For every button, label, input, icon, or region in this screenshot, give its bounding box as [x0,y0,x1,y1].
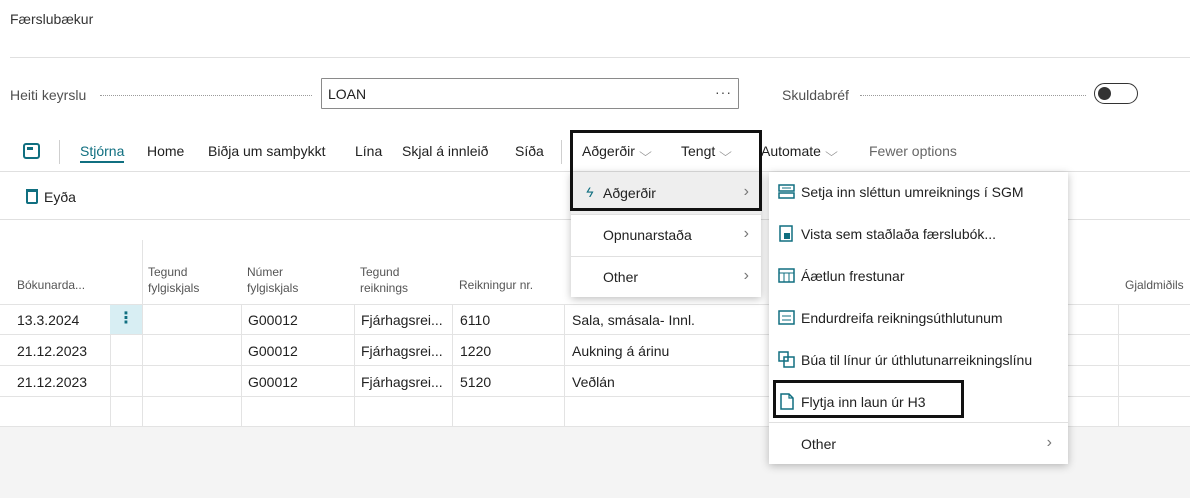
chevron-right-icon: › [743,267,749,284]
redistribute-icon [778,310,795,325]
trash-icon [26,189,38,204]
col-header-account-no[interactable]: Reikningur nr. [459,277,533,293]
chevron-right-icon: › [743,183,749,200]
tab-page[interactable]: Síða [515,143,544,159]
menu-item-other[interactable]: Other › [571,256,761,298]
menu-item-actions[interactable]: ϟ Aðgerðir › [571,172,761,214]
action-bar: Stjórna Home Biðja um samþykkt Lína Skja… [0,130,1190,172]
cell-account-no[interactable]: 5120 [460,374,491,390]
title-divider [10,57,1190,58]
menu-item-label: Other [801,436,837,452]
actions-menu: ϟ Aðgerðir › Opnunarstaða › Other › [571,172,761,297]
menu-item-label: Aðgerðir [603,185,656,201]
col-header-text: fylgiskjals [247,281,299,295]
tab-manage[interactable]: Stjórna [80,143,125,163]
promissory-toggle[interactable] [1094,83,1138,104]
tab-related-label: Tengt [681,143,716,159]
import-document-icon [780,393,794,410]
chevron-down-icon: ⌵ [639,145,652,159]
col-header-doc-no[interactable]: Númer fylgiskjals [247,264,298,296]
promissory-leader [860,95,1086,96]
menu-item-redistribute-allocations[interactable]: Endurdreifa reikningsúthlutunum [769,298,1068,338]
chevron-down-icon: ⌵ [825,145,838,159]
cell-account-type[interactable]: Fjárhagsrei... [361,312,443,328]
batch-name-input[interactable]: LOAN [321,78,739,109]
cell-description[interactable]: Aukning á árinu [572,343,669,359]
cell-doc-no[interactable]: G00012 [248,343,298,359]
menu-divider [769,422,1068,423]
create-lines-icon [778,351,795,368]
col-header-text: Númer [247,265,284,279]
tab-line[interactable]: Lína [355,143,382,159]
chevron-down-icon: ⌵ [719,145,733,159]
tab-related[interactable]: Tengt ⌵ [681,143,733,160]
cell-account-no[interactable]: 6110 [460,312,490,328]
menu-item-label: Other [603,269,639,285]
menu-item-label: Búa til línur úr úthlutunarreikningslínu [801,352,1033,368]
toggle-knob [1098,87,1111,100]
col-header-currency[interactable]: Gjaldmiðils [1125,277,1184,293]
batch-name-label: Heiti keyrslu [10,87,87,103]
row-menu-button[interactable]: ⋮ [110,305,142,334]
actions-submenu: Setja inn sléttun umreiknings í SGM Vist… [769,172,1068,464]
cell-account-no[interactable]: 1220 [460,343,491,359]
schedule-icon [778,268,795,283]
col-header-text: reiknings [360,281,409,295]
menu-item-other[interactable]: Other › [769,424,1068,464]
tab-automate-label: Automate [761,143,821,159]
menu-item-label: Opnunarstaða [603,227,692,243]
menu-item-label: Endurdreifa reikningsúthlutunum [801,310,1003,326]
tab-request-approval[interactable]: Biðja um samþykkt [208,143,325,159]
cell-account-type[interactable]: Fjárhagsrei... [361,374,443,390]
delete-button[interactable]: Eyða [26,189,76,205]
menu-item-label: Áætlun frestunar [801,268,905,284]
menu-item-deferral-schedule[interactable]: Áætlun frestunar [769,256,1068,296]
menu-item-insert-conv-rounding[interactable]: Setja inn sléttun umreiknings í SGM [769,172,1068,212]
chevron-right-icon: › [1046,434,1052,451]
lightning-icon: ϟ [586,184,594,200]
batch-lookup-button[interactable]: ··· [715,84,732,100]
tab-home[interactable]: Home [147,143,184,159]
tab-actions[interactable]: Aðgerðir ⌵ [582,143,652,160]
cell-description[interactable]: Veðlán [572,374,615,390]
page-view-icon[interactable] [23,143,40,159]
tab-automate[interactable]: Automate ⌵ [761,143,838,160]
promissory-label: Skuldabréf [782,87,849,103]
col-header-doc-type[interactable]: Tegund fylgiskjals [148,264,199,296]
menu-item-label: Setja inn sléttun umreiknings í SGM [801,184,1024,200]
cell-doc-no[interactable]: G00012 [248,374,298,390]
col-header-text: Tegund [148,265,188,279]
save-journal-icon [779,225,793,242]
col-header-posting-date[interactable]: Bókunarda... [17,277,85,293]
cell-account-type[interactable]: Fjárhagsrei... [361,343,443,359]
menu-item-label: Vista sem staðlaða færslubók... [801,226,997,242]
cell-posting-date[interactable]: 13.3.2024 [17,312,79,328]
delete-label: Eyða [44,189,76,205]
menu-item-label: Flytja inn laun úr H3 [801,394,926,410]
menu-item-save-standard-journal[interactable]: Vista sem staðlaða færslubók... [769,214,1068,254]
tab-incoming-document[interactable]: Skjal á innleið [402,143,488,159]
tab-actions-label: Aðgerðir [582,143,635,159]
menu-item-opening-balance[interactable]: Opnunarstaða › [571,214,761,256]
batch-name-leader [100,95,312,96]
cell-description[interactable]: Sala, smásala- Innl. [572,312,695,328]
col-header-text: fylgiskjals [148,281,200,295]
page-title: Færslubækur [10,11,94,27]
action-bar-divider [59,140,60,164]
cell-doc-no[interactable]: G00012 [248,312,298,328]
chevron-right-icon: › [743,225,749,242]
menu-item-create-lines-from-allocation[interactable]: Búa til línur úr úthlutunarreikningslínu [769,340,1068,380]
col-header-text: Tegund [360,265,400,279]
fewer-options-button[interactable]: Fewer options [869,143,957,159]
menu-item-import-payroll-h3[interactable]: Flytja inn laun úr H3 [769,382,1068,422]
col-header-account-type[interactable]: Tegund reiknings [360,264,408,296]
action-bar-divider [561,140,562,164]
cell-posting-date[interactable]: 21.12.2023 [17,374,87,390]
cell-posting-date[interactable]: 21.12.2023 [17,343,87,359]
rounding-icon [778,184,795,199]
